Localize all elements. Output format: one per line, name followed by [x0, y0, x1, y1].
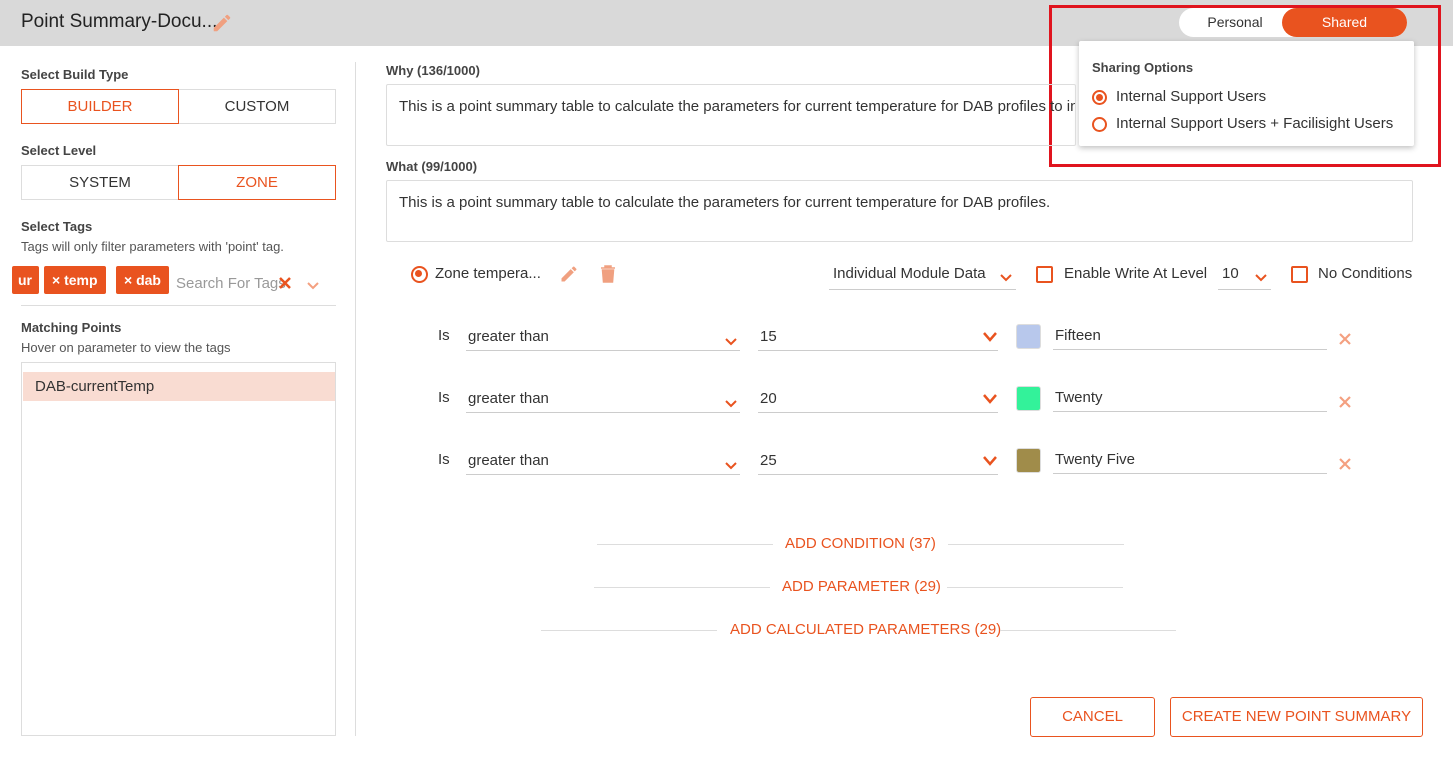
- chevron-down-icon[interactable]: [982, 330, 998, 348]
- underline: [466, 474, 740, 475]
- matching-points-label: Matching Points: [21, 320, 122, 335]
- level-label: Select Level: [21, 143, 97, 158]
- divider: [594, 587, 770, 588]
- underline: [758, 474, 998, 475]
- add-condition-link[interactable]: ADD CONDITION (37): [785, 535, 936, 552]
- condition-label-input[interactable]: Twenty Five: [1055, 451, 1135, 468]
- remove-icon[interactable]: ×: [52, 272, 60, 288]
- condition-label-input[interactable]: Twenty: [1055, 389, 1103, 406]
- divider: [21, 305, 336, 306]
- color-swatch[interactable]: [1016, 324, 1041, 349]
- page-title: Point Summary-Docu...: [21, 11, 218, 32]
- value-input[interactable]: 15: [760, 328, 777, 345]
- enable-write-checkbox[interactable]: [1036, 266, 1053, 283]
- underline: [758, 350, 998, 351]
- underline: [466, 412, 740, 413]
- divider: [541, 630, 717, 631]
- underline: [1053, 411, 1327, 412]
- underline: [1053, 473, 1327, 474]
- what-textarea[interactable]: This is a point summary table to calcula…: [386, 180, 1413, 242]
- underline: [1053, 349, 1327, 350]
- builder-button[interactable]: BUILDER: [21, 89, 179, 124]
- enable-write-label: Enable Write At Level: [1064, 265, 1208, 282]
- tag-search-input[interactable]: Search For Tags: [176, 275, 286, 292]
- list-item[interactable]: DAB-currentTemp: [23, 372, 335, 401]
- condition-prefix: Is: [438, 389, 450, 406]
- matching-points-list: DAB-currentTemp: [21, 362, 336, 736]
- color-swatch[interactable]: [1016, 448, 1041, 473]
- value-input[interactable]: 25: [760, 452, 777, 469]
- chevron-down-icon[interactable]: [724, 334, 738, 352]
- cancel-button[interactable]: CANCEL: [1030, 697, 1155, 737]
- chevron-down-icon[interactable]: [724, 458, 738, 476]
- add-calculated-parameters-link[interactable]: ADD CALCULATED PARAMETERS (29): [730, 621, 1001, 638]
- chevron-down-icon[interactable]: [1254, 270, 1268, 288]
- chevron-down-icon[interactable]: [306, 278, 320, 296]
- underline: [1218, 289, 1271, 290]
- tags-hint: Tags will only filter parameters with 'p…: [21, 239, 284, 254]
- condition-label-input[interactable]: Fifteen: [1055, 327, 1101, 344]
- tag-chip-label: ur: [18, 272, 32, 288]
- chevron-down-icon[interactable]: [982, 392, 998, 410]
- remove-icon[interactable]: [1339, 457, 1351, 475]
- trash-icon[interactable]: [599, 264, 617, 289]
- add-parameter-link[interactable]: ADD PARAMETER (29): [782, 578, 941, 595]
- build-type-label: Select Build Type: [21, 67, 129, 82]
- condition-prefix: Is: [438, 451, 450, 468]
- divider: [1000, 630, 1176, 631]
- tag-chip[interactable]: × temp: [44, 266, 106, 294]
- parameter-name[interactable]: Zone tempera...: [435, 265, 541, 282]
- vertical-divider: [355, 62, 356, 736]
- add-calculated-row: ADD CALCULATED PARAMETERS (29): [541, 621, 1176, 641]
- add-parameter-row: ADD PARAMETER (29): [594, 578, 1123, 598]
- underline: [829, 289, 1016, 290]
- remove-icon[interactable]: [1339, 332, 1351, 350]
- matching-points-hint: Hover on parameter to view the tags: [21, 340, 231, 355]
- edit-pencil-icon[interactable]: [559, 264, 579, 289]
- write-level-select[interactable]: 10: [1222, 265, 1239, 282]
- why-textarea[interactable]: This is a point summary table to calcula…: [386, 84, 1076, 146]
- divider: [947, 587, 1123, 588]
- create-point-summary-button[interactable]: CREATE NEW POINT SUMMARY: [1170, 697, 1423, 737]
- divider: [948, 544, 1124, 545]
- tag-chip[interactable]: ur: [12, 266, 39, 294]
- tag-chip[interactable]: × dab: [116, 266, 169, 294]
- underline: [466, 350, 740, 351]
- tags-label: Select Tags: [21, 219, 93, 234]
- color-swatch[interactable]: [1016, 386, 1041, 411]
- tag-chip-label: temp: [64, 272, 98, 288]
- why-label: Why (136/1000): [386, 63, 480, 78]
- no-conditions-label: No Conditions: [1318, 265, 1413, 282]
- edit-pencil-icon[interactable]: [211, 12, 233, 39]
- system-button[interactable]: SYSTEM: [21, 165, 179, 200]
- add-condition-row: ADD CONDITION (37): [597, 535, 1124, 555]
- underline: [758, 412, 998, 413]
- operator-select[interactable]: greater than: [468, 328, 549, 345]
- data-source-select[interactable]: Individual Module Data: [833, 265, 986, 282]
- chevron-down-icon[interactable]: [999, 270, 1013, 288]
- remove-icon[interactable]: [1339, 395, 1351, 413]
- custom-button[interactable]: CUSTOM: [178, 89, 336, 124]
- highlight-box: [1049, 5, 1441, 167]
- remove-icon[interactable]: ×: [124, 272, 132, 288]
- chevron-down-icon[interactable]: [982, 454, 998, 472]
- clear-icon[interactable]: [278, 276, 292, 295]
- value-input[interactable]: 20: [760, 390, 777, 407]
- operator-select[interactable]: greater than: [468, 390, 549, 407]
- condition-prefix: Is: [438, 327, 450, 344]
- what-label: What (99/1000): [386, 159, 478, 174]
- operator-select[interactable]: greater than: [468, 452, 549, 469]
- zone-button[interactable]: ZONE: [178, 165, 336, 200]
- divider: [597, 544, 773, 545]
- no-conditions-checkbox[interactable]: [1291, 266, 1308, 283]
- chevron-down-icon[interactable]: [724, 396, 738, 414]
- parameter-radio[interactable]: [411, 266, 428, 283]
- tag-chip-label: dab: [136, 272, 161, 288]
